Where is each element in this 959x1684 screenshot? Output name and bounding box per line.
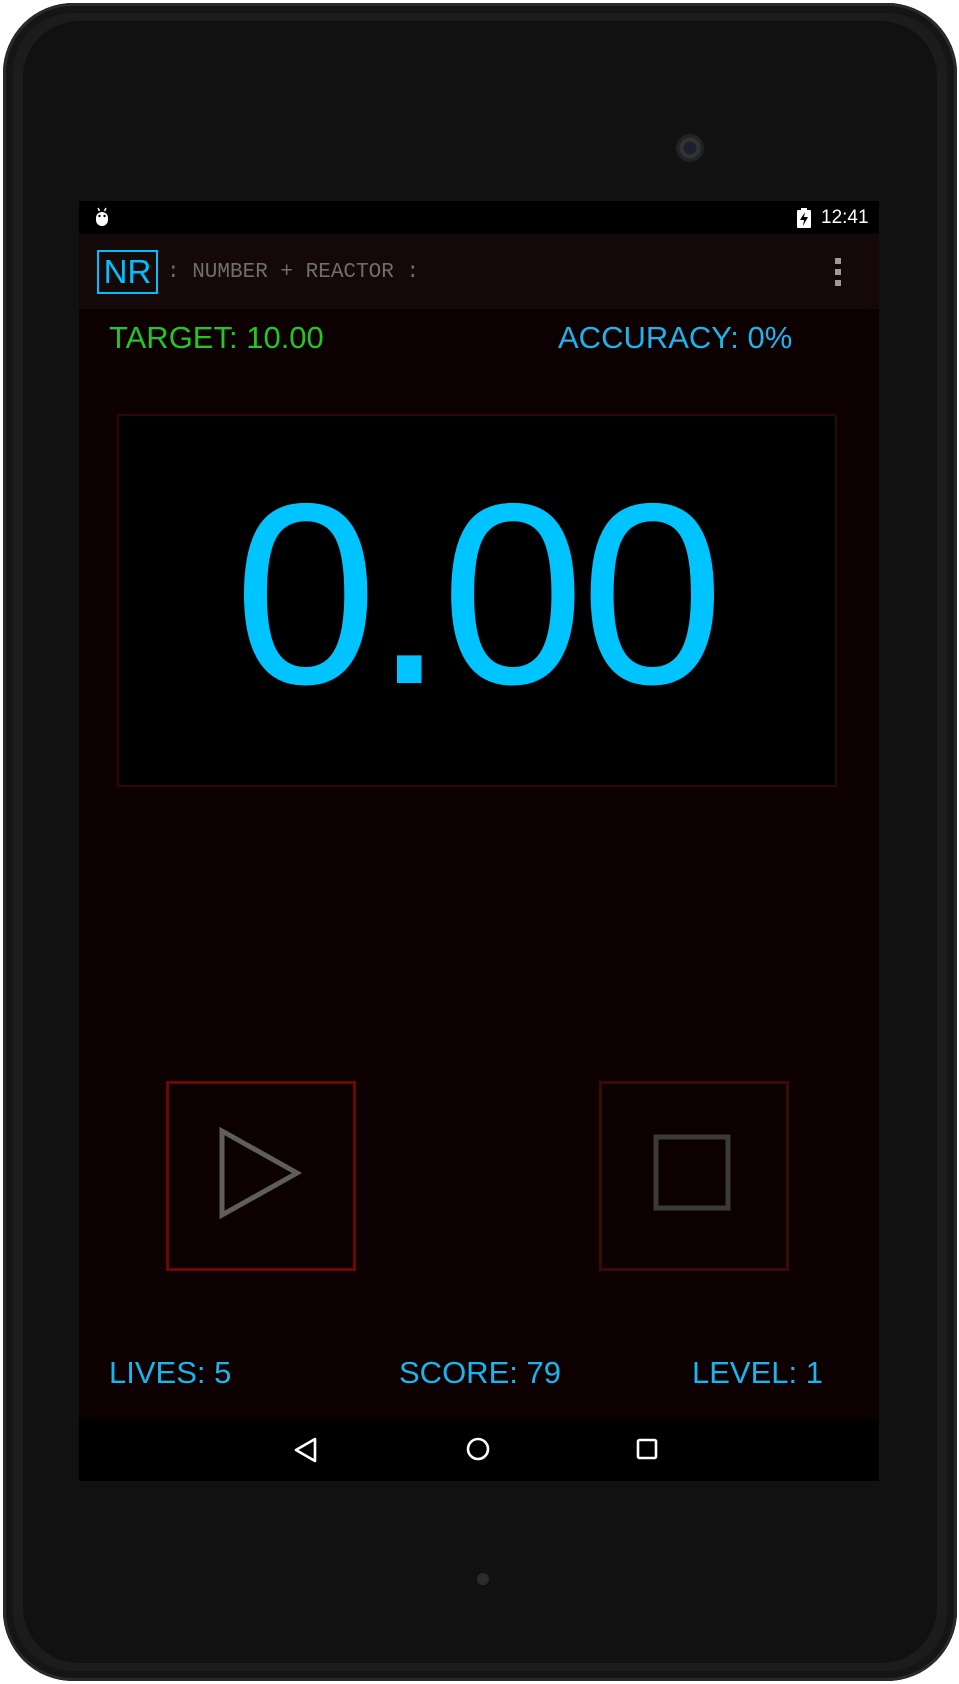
app-logo: NR [97, 250, 158, 294]
front-camera [676, 134, 704, 162]
play-icon [219, 1126, 303, 1220]
status-time: 12:41 [821, 207, 869, 228]
play-button[interactable] [166, 1081, 356, 1271]
battery-charging-icon [797, 208, 811, 233]
android-debug-icon [94, 207, 110, 232]
target-label: TARGET: 10.00 [109, 320, 324, 355]
more-vert-icon[interactable] [824, 254, 852, 290]
lives-label: LIVES: 5 [109, 1355, 232, 1390]
action-bar: NR : NUMBER + REACTOR : [79, 234, 879, 309]
home-circle-icon[interactable] [465, 1436, 491, 1467]
light-sensor [477, 1573, 489, 1585]
stop-icon [653, 1134, 731, 1211]
back-triangle-icon[interactable] [293, 1436, 319, 1469]
app-title: : NUMBER + REACTOR : [167, 261, 420, 284]
stop-button[interactable] [599, 1081, 789, 1271]
navigation-bar [79, 1419, 879, 1481]
number-display-value: 0.00 [233, 449, 724, 738]
recent-apps-icon[interactable] [635, 1437, 659, 1466]
score-label: SCORE: 79 [399, 1355, 561, 1390]
number-display-panel: 0.00 [117, 414, 837, 787]
level-label: LEVEL: 1 [692, 1355, 823, 1390]
accuracy-label: ACCURACY: 0% [558, 320, 793, 355]
status-bar: 12:41 [79, 201, 879, 234]
app-screen: 12:41 NR : NUMBER + REACTOR : TARGET: 10… [79, 201, 879, 1481]
